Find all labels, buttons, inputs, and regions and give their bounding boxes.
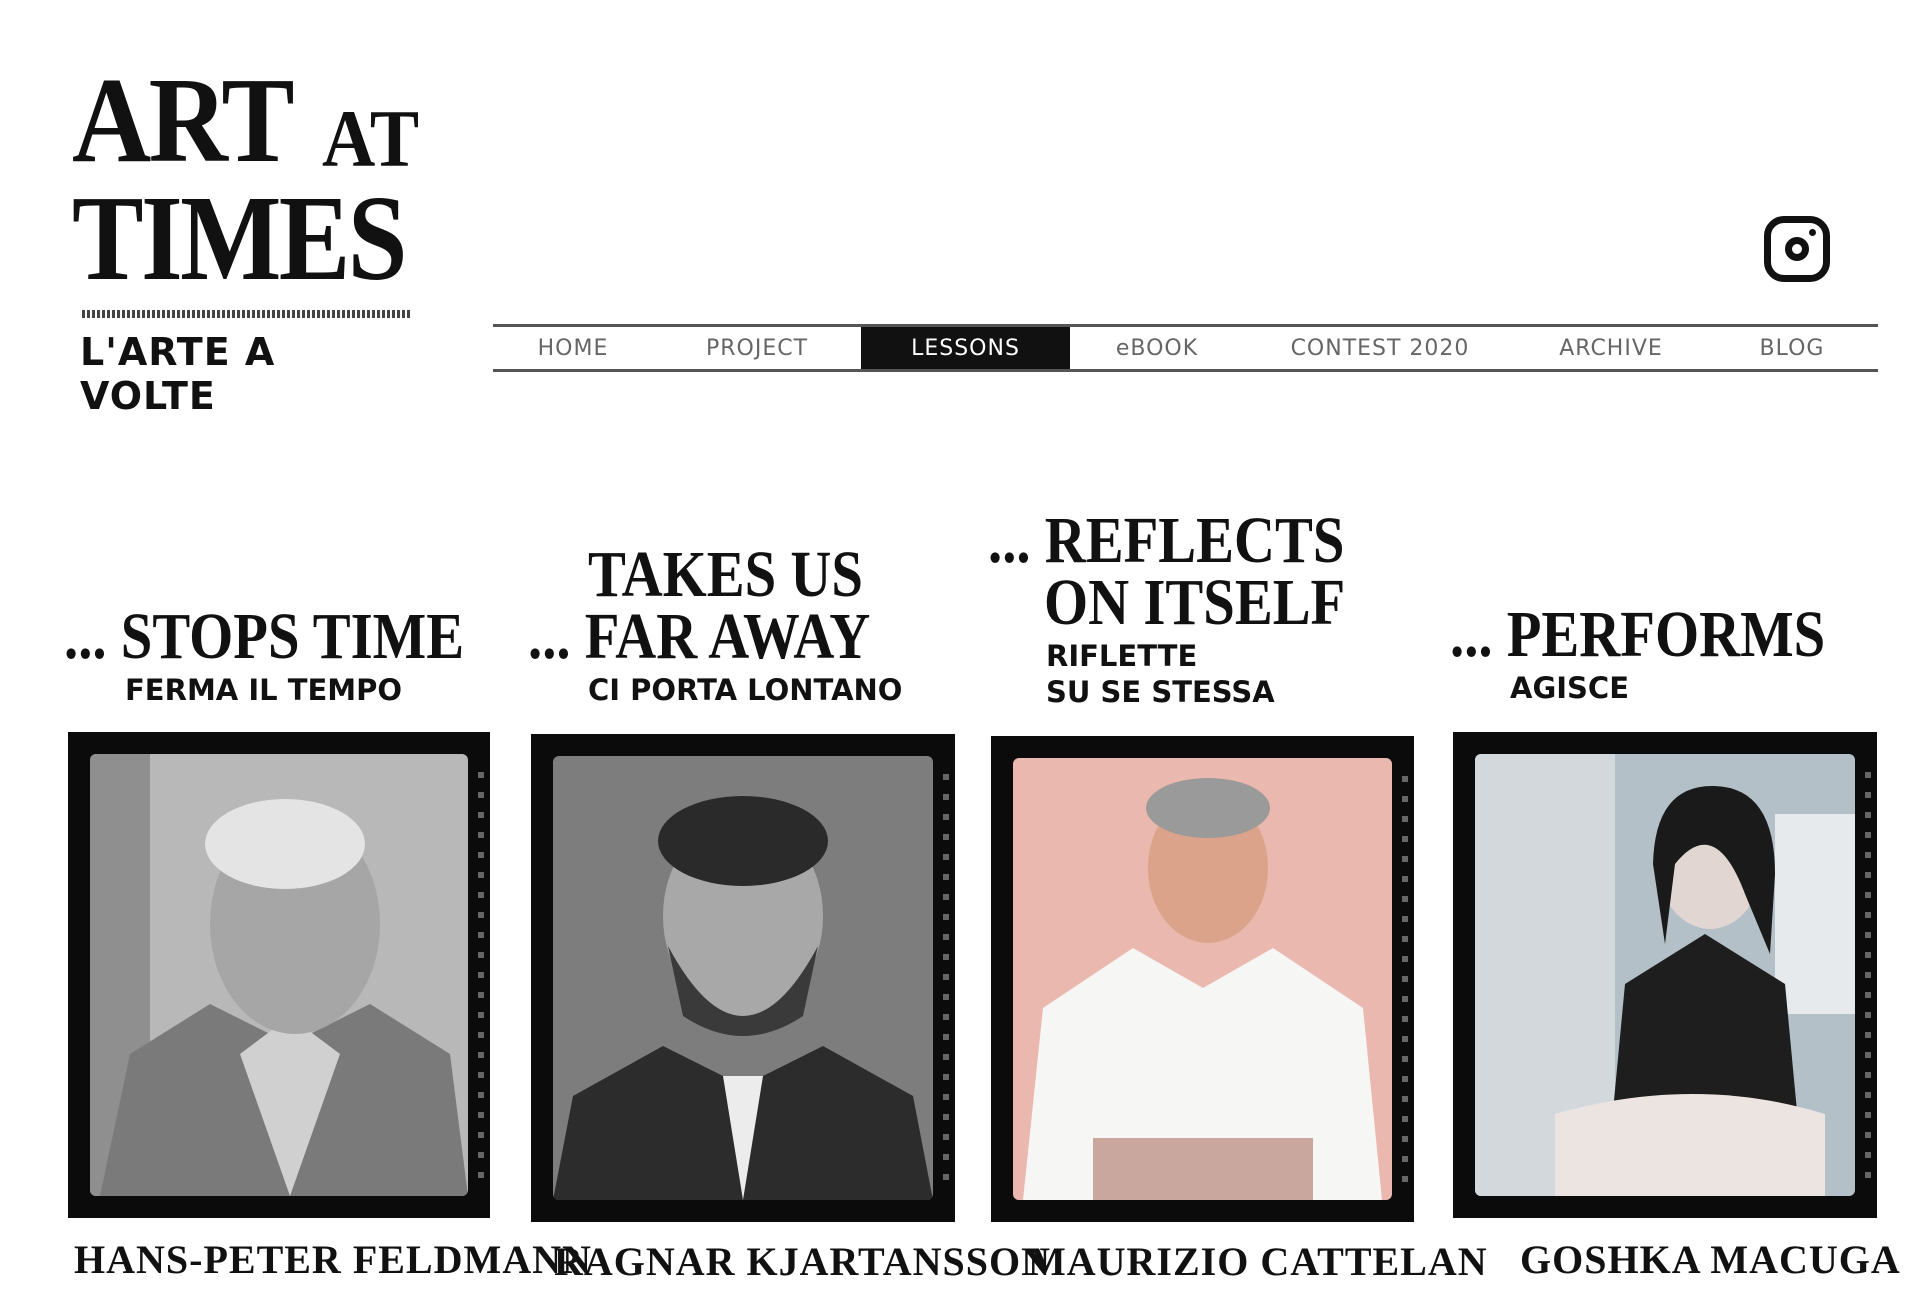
lesson-heading-line1: ... REFLECTS xyxy=(988,504,1345,577)
film-edge xyxy=(478,772,484,1186)
artist-name: GOSHKA MACUGA xyxy=(1520,1237,1901,1282)
lesson-subtitle-line1: RIFLETTE xyxy=(1046,639,1198,673)
lesson-heading-line2: ... FAR AWAY xyxy=(528,600,871,673)
lesson-heading: ... PERFORMS xyxy=(1450,598,1826,671)
lesson-subtitle: CI PORTA LONTANO xyxy=(588,673,903,707)
logo-word-times: TIMES xyxy=(72,171,407,306)
film-edge xyxy=(1402,776,1408,1190)
nav-item-archive[interactable]: ARCHIVE xyxy=(1516,327,1706,369)
photo-frame xyxy=(991,736,1414,1222)
photo-frame xyxy=(1453,732,1877,1218)
nav-item-blog[interactable]: BLOG xyxy=(1706,327,1878,369)
lesson-heading-line1: TAKES US xyxy=(588,538,863,611)
artist-name: MAURIZIO CATTELAN xyxy=(1028,1239,1488,1284)
instagram-icon[interactable] xyxy=(1764,216,1830,282)
nav-item-contest-2020[interactable]: CONTEST 2020 xyxy=(1244,327,1516,369)
lesson-subtitle: FERMA IL TEMPO xyxy=(125,673,403,707)
main-nav: HOME PROJECT LESSONS eBOOK CONTEST 2020 … xyxy=(493,324,1878,372)
artist-name: HANS-PETER FELDMANN xyxy=(74,1237,592,1282)
portrait-photo[interactable] xyxy=(1475,754,1855,1196)
lesson-heading-line2: ON ITSELF xyxy=(1044,566,1346,639)
lesson-subtitle-line2: SU SE STESSA xyxy=(1046,675,1275,709)
logo-divider xyxy=(82,310,412,318)
portrait-photo[interactable] xyxy=(90,754,468,1196)
lesson-heading: ... STOPS TIME xyxy=(64,600,465,673)
photo-frame xyxy=(531,734,955,1222)
instagram-lens xyxy=(1785,237,1809,261)
lesson-subtitle: AGISCE xyxy=(1510,671,1630,705)
logo-subtitle: L'ARTE A VOLTE xyxy=(80,330,276,418)
nav-item-ebook[interactable]: eBOOK xyxy=(1070,327,1244,369)
nav-item-home[interactable]: HOME xyxy=(493,327,653,369)
film-edge xyxy=(1865,772,1871,1186)
nav-item-project[interactable]: PROJECT xyxy=(653,327,861,369)
nav-item-lessons[interactable]: LESSONS xyxy=(861,327,1070,369)
portrait-photo[interactable] xyxy=(1013,758,1392,1200)
film-edge xyxy=(943,774,949,1189)
artist-name: RAGNAR KJARTANSSON xyxy=(554,1239,1052,1284)
photo-frame xyxy=(68,732,490,1218)
logo-word-at: AT xyxy=(322,93,420,184)
logo-word-art: ART xyxy=(72,53,295,188)
site-logo[interactable]: ART AT TIMES L'ARTE A VOLTE xyxy=(72,53,420,419)
portrait-photo[interactable] xyxy=(553,756,933,1200)
instagram-dot xyxy=(1809,229,1816,236)
